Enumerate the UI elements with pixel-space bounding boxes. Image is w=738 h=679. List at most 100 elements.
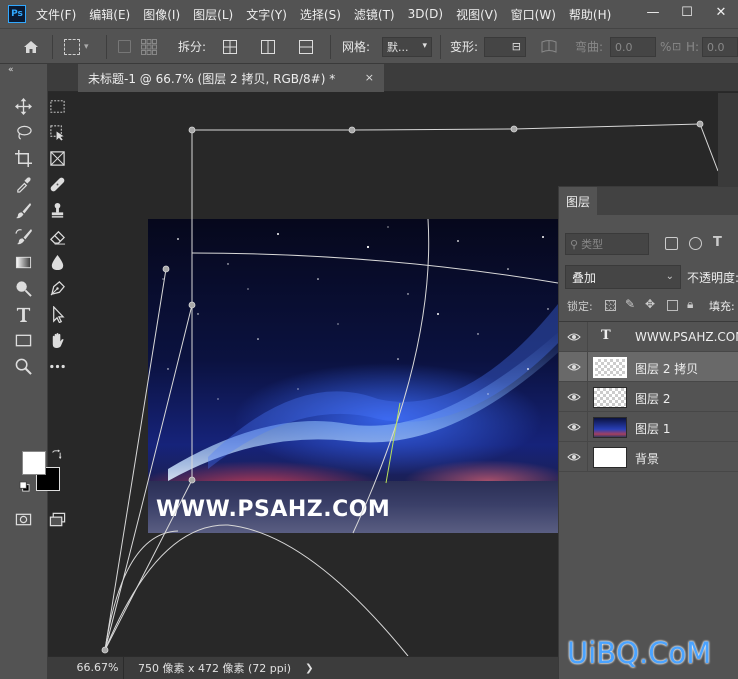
- eye-icon[interactable]: [567, 361, 581, 373]
- layer-row-type[interactable]: T WWW.PSAHZ.COM: [559, 322, 738, 352]
- frame-tool[interactable]: [46, 147, 68, 169]
- warp-orientation-icon: [541, 39, 557, 53]
- transform-tool-preset[interactable]: ▾: [64, 29, 89, 64]
- move-tool[interactable]: [12, 95, 34, 117]
- gradient-tool[interactable]: [12, 251, 34, 273]
- adjustment-filter-icon[interactable]: [689, 237, 702, 250]
- close-button[interactable]: ✕: [704, 0, 738, 24]
- menu-file[interactable]: 文件(F): [36, 6, 76, 23]
- eye-icon[interactable]: [567, 331, 581, 343]
- path-selection-tool[interactable]: [46, 303, 68, 325]
- clone-stamp-tool[interactable]: [46, 199, 68, 221]
- pen-tool[interactable]: [46, 277, 68, 299]
- menu-3d[interactable]: 3D(D): [408, 7, 443, 21]
- eye-icon[interactable]: [567, 451, 581, 463]
- object-selection-tool[interactable]: [46, 121, 68, 143]
- minimize-button[interactable]: —: [636, 0, 670, 24]
- layer-thumbnail: [593, 417, 627, 438]
- zoom-level-field[interactable]: 66.67%: [72, 656, 124, 679]
- transform-select[interactable]: ⊟: [484, 37, 526, 57]
- split-vertical-button[interactable]: [260, 29, 276, 64]
- puppet-warp-icon: [64, 38, 80, 55]
- eraser-tool[interactable]: [46, 225, 68, 247]
- zoom-tool[interactable]: [12, 355, 34, 377]
- percent-toggle[interactable]: %: [660, 29, 671, 64]
- warp-grid-icon-button[interactable]: [140, 29, 158, 64]
- bandage-icon: [50, 177, 64, 191]
- lock-brush-icon[interactable]: ✎: [625, 297, 635, 311]
- layer-filter-kind-select[interactable]: ⚲ 类型: [565, 233, 649, 255]
- type-tool[interactable]: [12, 303, 34, 325]
- lock-position-icon[interactable]: ✥: [645, 297, 655, 311]
- h-input[interactable]: 0.0: [702, 37, 738, 57]
- layer-filter-row: ⚲ 类型 T: [559, 233, 738, 255]
- rectangle-tool[interactable]: [12, 329, 34, 351]
- marquee-tool[interactable]: [46, 95, 68, 117]
- collapse-toolbar-icon[interactable]: «: [8, 65, 14, 75]
- grid-icon: [141, 38, 157, 55]
- crop-tool[interactable]: [12, 147, 34, 169]
- fill-label: 填充:: [709, 300, 735, 313]
- hand-tool[interactable]: [46, 329, 68, 351]
- status-menu-arrow-icon[interactable]: ❯: [305, 663, 313, 674]
- blend-mode-select[interactable]: 叠加 ⌄: [565, 265, 681, 289]
- split-horizontal-button[interactable]: [298, 29, 314, 64]
- menu-filter[interactable]: 滤镜(T): [354, 6, 395, 23]
- lock-transparent-icon[interactable]: [605, 300, 616, 311]
- pixel-filter-icon[interactable]: [665, 237, 678, 250]
- chevron-down-icon: ▾: [422, 41, 427, 51]
- foreground-color-swatch[interactable]: [22, 451, 46, 475]
- warp-input[interactable]: 0.0: [610, 37, 656, 57]
- default-colors-button[interactable]: [18, 480, 30, 492]
- layer-name: 图层 2 拷贝: [635, 362, 699, 376]
- menu-type[interactable]: 文字(Y): [246, 6, 287, 23]
- warp-cells-toggle[interactable]: [118, 29, 131, 64]
- warp-label: 弯曲:: [575, 40, 604, 54]
- menu-window[interactable]: 窗口(W): [511, 6, 556, 23]
- grid-select[interactable]: 默... ▾: [382, 37, 432, 57]
- quick-mask-button[interactable]: [12, 508, 34, 530]
- screen-mode-button[interactable]: [46, 508, 68, 530]
- transform-label: 变形:: [450, 40, 479, 54]
- lock-artboard-icon[interactable]: [667, 300, 678, 311]
- lasso-tool[interactable]: [12, 121, 34, 143]
- crop-icon: [14, 149, 32, 167]
- object-selection-icon: [49, 124, 64, 141]
- close-tab-icon[interactable]: ×: [365, 71, 374, 84]
- menu-select[interactable]: 选择(S): [300, 6, 341, 23]
- layers-panel: 图层 ⚲ 类型 T 叠加 ⌄ 不透明度: 锁定: ✎ ✥ 🔒︎ 填充: T WW…: [558, 186, 738, 679]
- ellipsis-icon: [49, 364, 65, 368]
- home-button[interactable]: [22, 29, 40, 64]
- menu-edit[interactable]: 编辑(E): [89, 6, 130, 23]
- layer-row-layer2[interactable]: 图层 2: [559, 382, 738, 412]
- layer-row-background[interactable]: 背景: [559, 442, 738, 472]
- blur-tool[interactable]: [46, 251, 68, 273]
- more-tools-button[interactable]: [46, 355, 68, 377]
- layer-name: WWW.PSAHZ.COM: [635, 330, 738, 344]
- link-icon[interactable]: ⊡: [672, 29, 681, 64]
- menu-layer[interactable]: 图层(L): [193, 6, 233, 23]
- brush-tool[interactable]: [12, 199, 34, 221]
- warp-orientation-button[interactable]: [540, 29, 558, 64]
- history-brush-tool[interactable]: [12, 225, 34, 247]
- lock-all-icon[interactable]: 🔒︎: [687, 297, 693, 312]
- dodge-tool[interactable]: [12, 277, 34, 299]
- menu-view[interactable]: 视图(V): [456, 6, 498, 23]
- type-filter-icon[interactable]: T: [713, 235, 722, 250]
- tab-layers[interactable]: 图层: [559, 187, 597, 215]
- maximize-button[interactable]: ☐: [670, 0, 704, 24]
- healing-brush-tool[interactable]: [46, 173, 68, 195]
- photoshop-logo-icon[interactable]: Ps: [8, 5, 26, 23]
- document-tab[interactable]: 未标题-1 @ 66.7% (图层 2 拷贝, RGB/8#) * ×: [78, 64, 384, 92]
- eyedropper-tool[interactable]: [12, 173, 34, 195]
- split-cross-button[interactable]: [222, 29, 238, 64]
- water-drop-icon: [51, 254, 63, 270]
- layer-row-layer2-copy[interactable]: 图层 2 拷贝: [559, 352, 738, 382]
- quick-mask-icon: [15, 513, 31, 525]
- swap-colors-button[interactable]: [50, 448, 62, 460]
- eye-icon[interactable]: [567, 391, 581, 403]
- menu-image[interactable]: 图像(I): [143, 6, 180, 23]
- layer-row-layer1[interactable]: 图层 1: [559, 412, 738, 442]
- eye-icon[interactable]: [567, 421, 581, 433]
- menu-help[interactable]: 帮助(H): [569, 6, 611, 23]
